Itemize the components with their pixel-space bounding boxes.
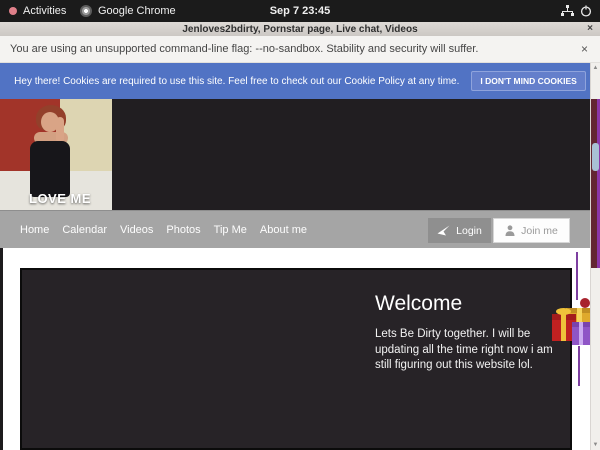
window-close-icon[interactable]: × bbox=[587, 22, 593, 36]
hero-banner: LOVE ME JEN LOVES 2 B DIRTYAutumn bbox=[0, 99, 600, 210]
infobar-close-icon[interactable]: × bbox=[581, 42, 588, 56]
nav-item-calendar[interactable]: Calendar bbox=[62, 224, 107, 236]
login-button[interactable]: Login bbox=[428, 218, 491, 243]
hero-photo: LOVE ME bbox=[0, 99, 112, 210]
nav-item-home[interactable]: Home bbox=[20, 224, 49, 236]
clock[interactable]: Sep 7 23:45 bbox=[0, 0, 600, 22]
hero-photo-corset bbox=[30, 141, 70, 197]
window-title-bar[interactable]: Jenloves2bdirty, Pornstar page, Live cha… bbox=[0, 22, 600, 36]
desktop-top-bar: Activities Google Chrome Sep 7 23:45 bbox=[0, 0, 600, 22]
login-arrow-icon bbox=[437, 225, 450, 236]
power-icon bbox=[580, 5, 592, 17]
gift-ribbon-top bbox=[576, 252, 578, 300]
nav-item-videos[interactable]: Videos bbox=[120, 224, 153, 236]
join-me-button[interactable]: Join me bbox=[493, 218, 570, 243]
system-tray[interactable] bbox=[561, 0, 592, 22]
window-title: Jenloves2bdirty, Pornstar page, Live cha… bbox=[182, 24, 417, 35]
join-me-label: Join me bbox=[521, 225, 558, 237]
nav-links: Home Calendar Videos Photos Tip Me About… bbox=[20, 211, 307, 249]
hero-photo-arm bbox=[56, 117, 64, 143]
cookie-message: Hey there! Cookies are required to use t… bbox=[14, 76, 459, 87]
nav-item-photos[interactable]: Photos bbox=[166, 224, 200, 236]
infobar-message: You are using an unsupported command-lin… bbox=[10, 43, 478, 55]
person-icon bbox=[505, 225, 515, 236]
chrome-infobar: You are using an unsupported command-lin… bbox=[0, 36, 600, 63]
network-icon bbox=[561, 5, 574, 17]
scroll-down-icon[interactable]: ▼ bbox=[591, 442, 600, 448]
window-left-edge bbox=[0, 248, 3, 450]
gift-ball-icon bbox=[580, 298, 590, 308]
gift-purple-box-icon bbox=[572, 322, 592, 345]
welcome-paragraph: Lets Be Dirty together. I will be updati… bbox=[375, 327, 555, 374]
accept-cookies-button[interactable]: I DON'T MIND COOKIES bbox=[471, 71, 585, 91]
login-label: Login bbox=[456, 225, 482, 237]
welcome-heading: Welcome bbox=[375, 292, 462, 316]
scrollbar-track-themed bbox=[591, 99, 600, 268]
scrollbar[interactable]: ▲ ▼ bbox=[590, 63, 600, 450]
scrollbar-thumb[interactable] bbox=[592, 143, 599, 171]
nav-item-tip-me[interactable]: Tip Me bbox=[214, 224, 247, 236]
welcome-panel: Welcome Lets Be Dirty together. I will b… bbox=[20, 268, 572, 450]
hero-photo-caption: LOVE ME bbox=[29, 191, 91, 206]
gift-ribbon-bottom bbox=[578, 346, 580, 386]
nav-item-about-me[interactable]: About me bbox=[260, 224, 307, 236]
site-navbar: Home Calendar Videos Photos Tip Me About… bbox=[0, 210, 600, 248]
cookie-notice-bar: Hey there! Cookies are required to use t… bbox=[0, 63, 600, 99]
scroll-up-icon[interactable]: ▲ bbox=[591, 65, 600, 71]
